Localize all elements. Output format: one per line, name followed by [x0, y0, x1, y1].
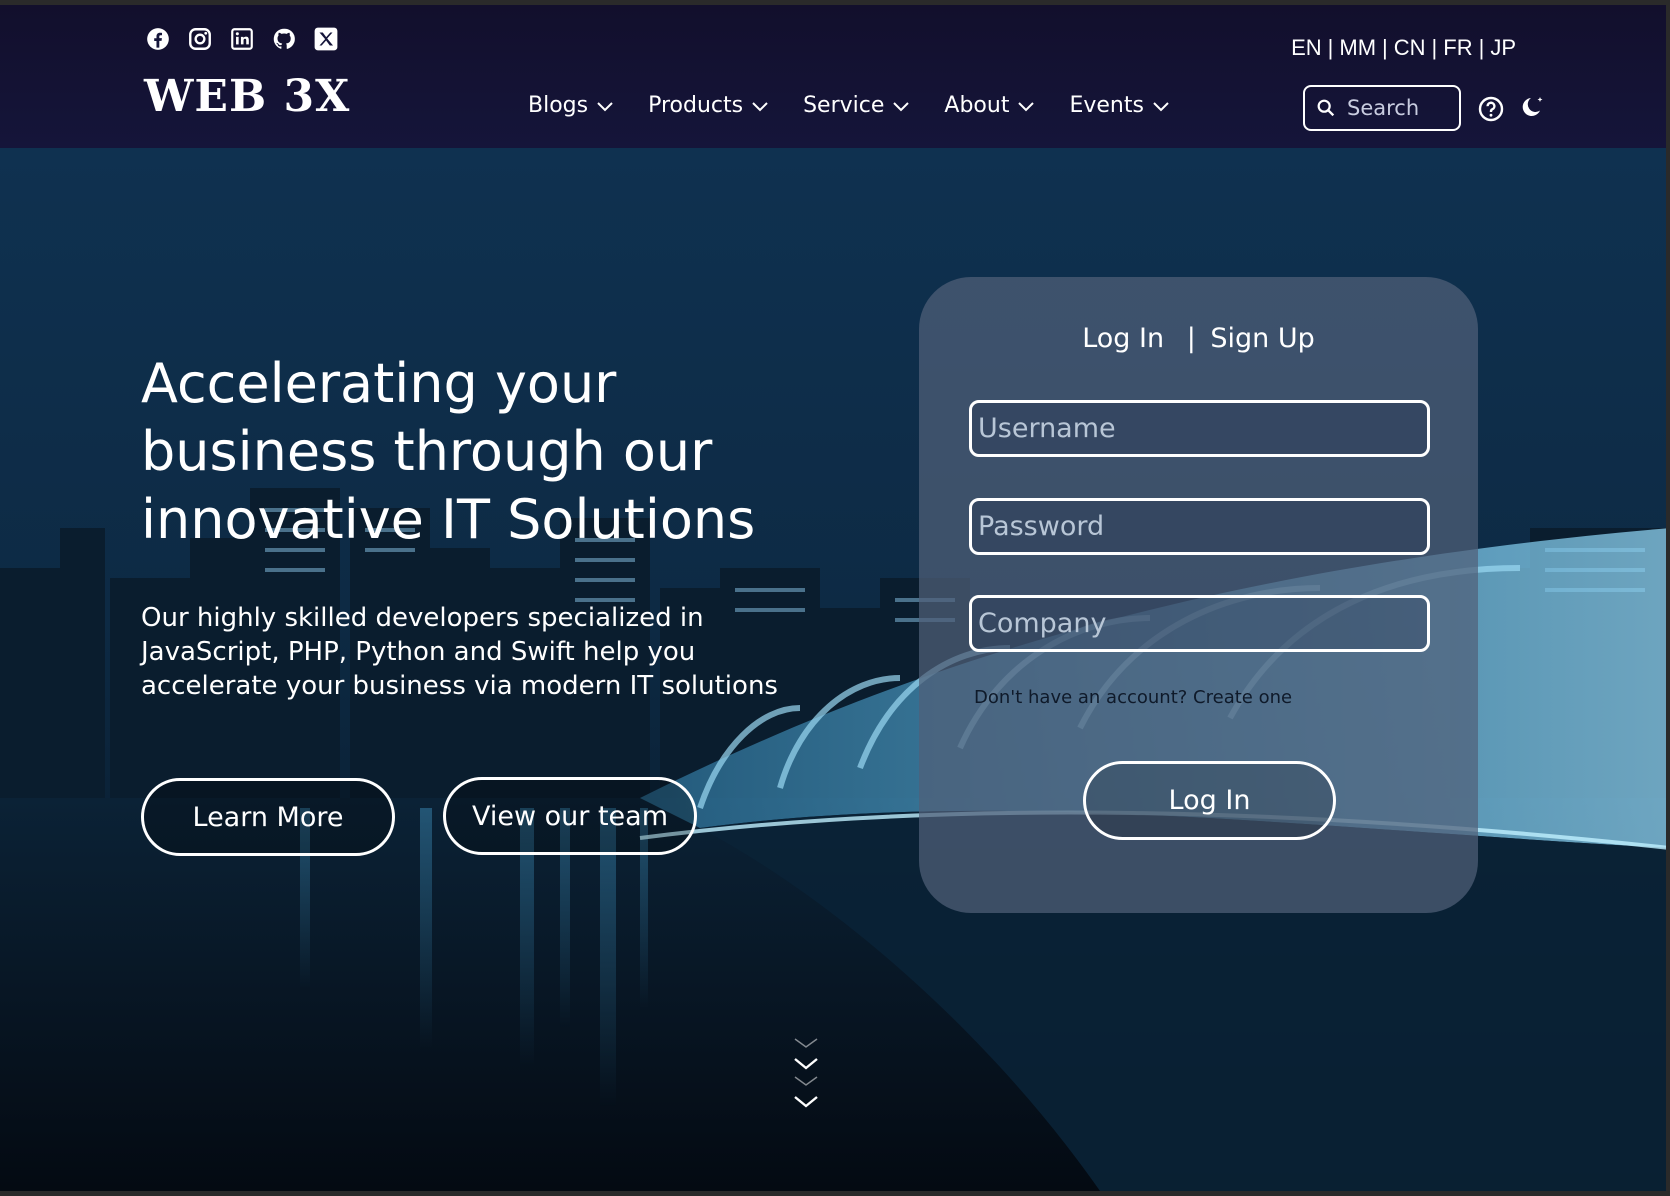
nav-item-label: About [944, 93, 1010, 118]
create-account-link[interactable]: Don't have an account? Create one [974, 687, 1292, 708]
nav-item-label: Service [803, 93, 885, 118]
headline-line: business through our [141, 420, 713, 483]
hero-headline: Accelerating your business through our i… [141, 350, 781, 554]
username-field-wrapper [969, 400, 1430, 457]
search-box [1303, 85, 1461, 131]
help-icon[interactable] [1478, 96, 1504, 122]
nav-item-label: Products [648, 93, 744, 118]
tab-signup[interactable]: Sign Up [1210, 323, 1314, 354]
username-input[interactable] [978, 413, 1427, 444]
chevron-down-icon [597, 101, 613, 111]
lang-separator: | [1478, 35, 1485, 60]
nav-item-about[interactable]: About [944, 93, 1035, 118]
nav-item-blogs[interactable]: Blogs [528, 93, 614, 118]
tab-separator: | [1186, 323, 1196, 354]
lang-separator: | [1382, 35, 1388, 60]
lang-separator: | [1431, 35, 1438, 60]
nav-item-service[interactable]: Service [803, 93, 910, 118]
lang-en[interactable]: EN [1287, 35, 1326, 61]
auth-tabs: Log In | Sign Up [919, 323, 1478, 354]
lang-mm[interactable]: MM [1335, 35, 1380, 61]
page-frame: WEB 3X EN | MM | CN | FR | JP Blogs Prod… [0, 5, 1670, 1191]
headline-line: Accelerating your [141, 352, 617, 415]
view-team-button[interactable]: View our team [443, 777, 697, 855]
lang-fr[interactable]: FR [1439, 35, 1476, 61]
instagram-icon[interactable] [186, 25, 214, 53]
lang-cn[interactable]: CN [1390, 35, 1430, 61]
window-right-edge [1666, 0, 1670, 1196]
main-nav: Blogs Products Service About Events [528, 93, 1170, 118]
dark-mode-toggle-icon[interactable] [1520, 94, 1546, 120]
search-input[interactable] [1347, 96, 1457, 120]
language-switcher: EN | MM | CN | FR | JP [1287, 35, 1520, 61]
window-bottom-edge [0, 1191, 1670, 1196]
nav-item-label: Blogs [528, 93, 589, 118]
nav-item-products[interactable]: Products [648, 93, 769, 118]
password-input[interactable] [978, 511, 1427, 542]
lang-separator: | [1327, 35, 1334, 60]
facebook-icon[interactable] [144, 25, 172, 53]
scroll-down-icon[interactable] [792, 1035, 820, 1111]
linkedin-icon[interactable] [228, 25, 256, 53]
lang-jp[interactable]: JP [1486, 35, 1520, 61]
learn-more-button[interactable]: Learn More [141, 778, 395, 856]
subtext-line: JavaScript, PHP, Python and Swift help y… [141, 637, 696, 667]
nav-item-label: Events [1069, 93, 1144, 118]
x-icon[interactable] [312, 25, 340, 53]
login-card: Log In | Sign Up Don't have an account? … [919, 277, 1478, 913]
headline-line: innovative IT Solutions [141, 488, 756, 551]
search-icon [1317, 99, 1335, 117]
company-field-wrapper [969, 595, 1430, 652]
social-links [144, 25, 340, 53]
chevron-down-icon [1018, 101, 1035, 111]
login-submit-button[interactable]: Log In [1083, 761, 1336, 840]
github-icon[interactable] [270, 25, 298, 53]
chevron-down-icon [752, 101, 768, 111]
password-field-wrapper [969, 498, 1430, 555]
subtext-line: accelerate your business via modern IT s… [141, 671, 778, 701]
tab-login[interactable]: Log In [1082, 323, 1164, 354]
company-input[interactable] [978, 608, 1427, 639]
chevron-down-icon [1153, 101, 1169, 111]
subtext-line: Our highly skilled developers specialize… [141, 603, 704, 633]
brand-logo[interactable]: WEB 3X [144, 71, 350, 122]
chevron-down-icon [893, 101, 910, 111]
nav-item-events[interactable]: Events [1069, 93, 1170, 118]
hero-subtext: Our highly skilled developers specialize… [141, 601, 781, 703]
site-header: WEB 3X EN | MM | CN | FR | JP Blogs Prod… [0, 5, 1670, 148]
